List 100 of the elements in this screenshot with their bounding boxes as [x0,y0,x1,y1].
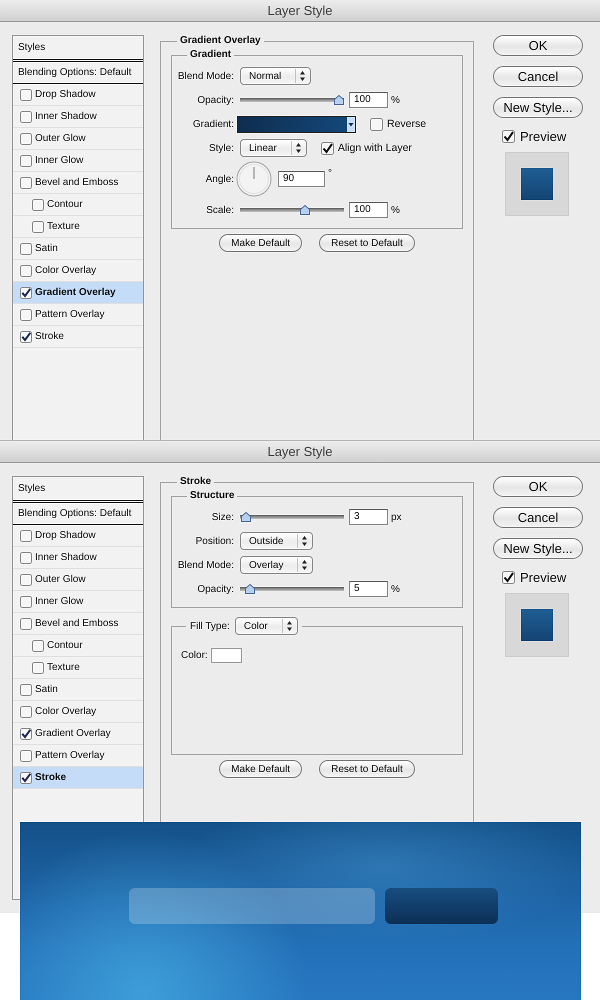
dialog-button[interactable]: Make Default [219,760,302,778]
angle-dial[interactable] [236,161,272,197]
group-title: Gradient [189,49,232,61]
checkbox[interactable] [20,286,32,298]
value-field[interactable]: 100 [349,92,388,108]
style-item[interactable]: Gradient Overlay [13,723,143,745]
dropdown[interactable]: Outside [240,532,314,550]
style-item[interactable]: Blending Options: Default [13,503,143,525]
checkbox[interactable] [20,728,32,740]
field-label: Position: [194,536,234,546]
dialog-button[interactable]: New Style... [493,97,583,118]
style-item[interactable]: Texture [13,657,143,679]
style-item[interactable]: Outer Glow [13,128,143,150]
field-label: Blend Mode: [176,70,234,82]
checkbox[interactable] [20,552,32,564]
color-swatch[interactable] [210,648,242,662]
checkbox[interactable] [20,132,32,144]
style-item[interactable]: Contour [13,194,143,216]
style-item[interactable]: Stroke [13,767,143,789]
style-item[interactable]: Bevel and Emboss [13,613,143,635]
dialog-button[interactable]: Cancel [493,66,583,87]
blank-button[interactable] [385,888,498,924]
style-item[interactable]: Texture [13,216,143,238]
slider-track[interactable] [240,512,344,522]
checkbox[interactable] [20,772,32,784]
value-field[interactable]: 5 [349,581,388,597]
title-bar: Layer Style [0,0,600,22]
checkbox[interactable] [20,618,32,630]
slider-thumb[interactable] [300,205,310,215]
style-item[interactable]: Drop Shadow [13,525,143,547]
style-item[interactable]: Satin [13,238,143,260]
checkbox[interactable] [20,750,32,762]
checkbox-label: Align with Layer [338,142,412,154]
dropdown[interactable]: Normal [240,67,312,85]
style-item[interactable]: Inner Glow [13,591,143,613]
dialog-button[interactable]: Make Default [219,234,302,252]
field-label: Angle: [204,174,234,184]
style-item[interactable]: Inner Shadow [13,106,143,128]
style-item[interactable]: Color Overlay [13,701,143,723]
style-item[interactable]: Pattern Overlay [13,304,143,326]
style-item[interactable]: Styles [13,477,143,503]
style-item[interactable]: Outer Glow [13,569,143,591]
checkbox[interactable] [20,330,32,342]
checkbox[interactable] [32,220,44,232]
value-field[interactable]: 90 [278,171,325,187]
checkbox[interactable] [32,640,44,652]
style-item[interactable]: Satin [13,679,143,701]
dialog-button[interactable]: OK [493,35,583,56]
checkbox[interactable] [20,88,32,100]
checkbox[interactable] [502,571,515,584]
style-item[interactable]: Gradient Overlay [13,282,143,304]
checkbox[interactable] [32,198,44,210]
checkbox[interactable] [20,684,32,696]
dropdown[interactable]: Color [234,617,298,635]
dropdown[interactable]: Overlay [240,556,314,574]
style-item[interactable]: Inner Glow [13,150,143,172]
style-item[interactable]: Bevel and Emboss [13,172,143,194]
checkbox[interactable] [20,574,32,586]
group-title: Structure [189,490,236,502]
unit-label: % [391,584,400,594]
input-field[interactable] [129,888,375,924]
checkbox[interactable] [20,530,32,542]
checkbox[interactable] [320,142,334,154]
slider-thumb[interactable] [244,584,255,594]
style-item[interactable]: Blending Options: Default [13,62,143,84]
checkbox[interactable] [20,264,32,276]
checkbox[interactable] [20,308,32,320]
dialog-button[interactable]: OK [493,476,583,497]
slider-thumb[interactable] [240,512,251,522]
style-item[interactable]: Inner Shadow [13,547,143,569]
dialog-button[interactable]: Cancel [493,507,583,528]
preview-swatch [521,168,553,200]
checkbox[interactable] [20,110,32,122]
checkbox-label: Reverse [387,118,426,130]
checkbox[interactable] [20,242,32,254]
dialog-button[interactable]: Reset to Default [319,760,415,778]
checkbox[interactable] [32,662,44,674]
unit-label: px [391,512,402,522]
checkbox[interactable] [20,176,32,188]
checkbox[interactable] [502,130,515,143]
style-item[interactable]: Styles [13,36,143,62]
value-field[interactable]: 100 [349,202,388,218]
checkbox[interactable] [370,118,383,130]
field-label: Gradient: [192,118,234,130]
field-label: Color: [181,650,208,660]
field-label: Fill Type: [190,620,230,632]
checkbox[interactable] [20,596,32,608]
style-item[interactable]: Contour [13,635,143,657]
dropdown[interactable]: Linear [240,139,307,157]
style-item[interactable]: Stroke [13,326,143,348]
slider-track[interactable] [240,95,344,105]
gradient-picker[interactable] [237,116,356,132]
dialog-button[interactable]: Reset to Default [319,234,415,252]
slider-thumb[interactable] [334,95,344,105]
checkbox[interactable] [20,154,32,166]
value-field[interactable]: 3 [349,509,388,525]
checkbox[interactable] [20,706,32,718]
preview-swatch [521,609,553,641]
dialog-button[interactable]: New Style... [493,538,583,559]
style-item[interactable]: Drop Shadow [13,84,143,106]
